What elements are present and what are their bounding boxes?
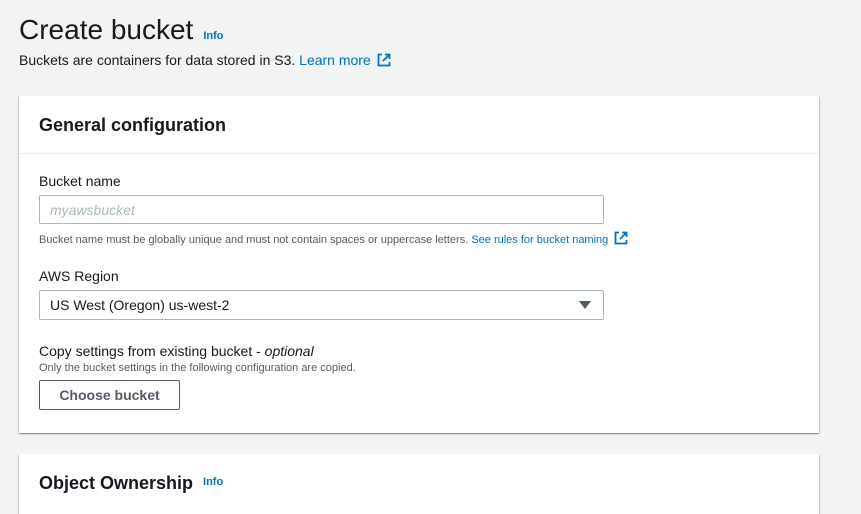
bucket-name-hint-text: Bucket name must be globally unique and … (39, 234, 469, 246)
copy-settings-hint: Only the bucket settings in the followin… (39, 362, 356, 374)
object-ownership-info-link[interactable]: Info (203, 476, 223, 488)
page-title-row: Create bucket Info (19, 12, 224, 48)
copy-settings-label-text: Copy settings from existing bucket - (39, 343, 265, 359)
external-link-icon (614, 231, 628, 245)
bucket-naming-rules-link[interactable]: See rules for bucket naming (471, 231, 628, 246)
aws-region-selected-value: US West (Oregon) us-west-2 (50, 297, 230, 313)
external-link-icon (377, 53, 391, 67)
object-ownership-header: Object Ownership Info (19, 454, 819, 514)
general-configuration-title: General configuration (39, 114, 227, 135)
bucket-name-input[interactable] (39, 195, 604, 224)
general-configuration-panel: General configuration Bucket name Bucket… (19, 96, 819, 433)
general-configuration-header: General configuration (19, 96, 819, 154)
bucket-naming-rules-label: See rules for bucket naming (471, 234, 609, 246)
copy-settings-label: Copy settings from existing bucket - opt… (39, 342, 314, 360)
page-info-link[interactable]: Info (203, 30, 223, 42)
object-ownership-panel: Object Ownership Info (19, 454, 819, 514)
choose-bucket-button[interactable]: Choose bucket (39, 380, 180, 410)
object-ownership-title: Object Ownership (39, 473, 194, 493)
page-description-text: Buckets are containers for data stored i… (19, 52, 296, 68)
page-description: Buckets are containers for data stored i… (19, 51, 391, 69)
aws-region-label: AWS Region (39, 268, 119, 284)
bucket-name-label: Bucket name (39, 173, 121, 189)
page-header: Create bucket Info (19, 12, 224, 48)
page-title: Create bucket (19, 14, 194, 45)
caret-down-icon (579, 301, 591, 309)
copy-settings-optional: optional (264, 343, 314, 359)
learn-more-link[interactable]: Learn more (299, 52, 391, 68)
learn-more-label: Learn more (299, 52, 371, 68)
aws-region-select[interactable]: US West (Oregon) us-west-2 (39, 290, 604, 320)
bucket-name-hint: Bucket name must be globally unique and … (39, 231, 628, 247)
